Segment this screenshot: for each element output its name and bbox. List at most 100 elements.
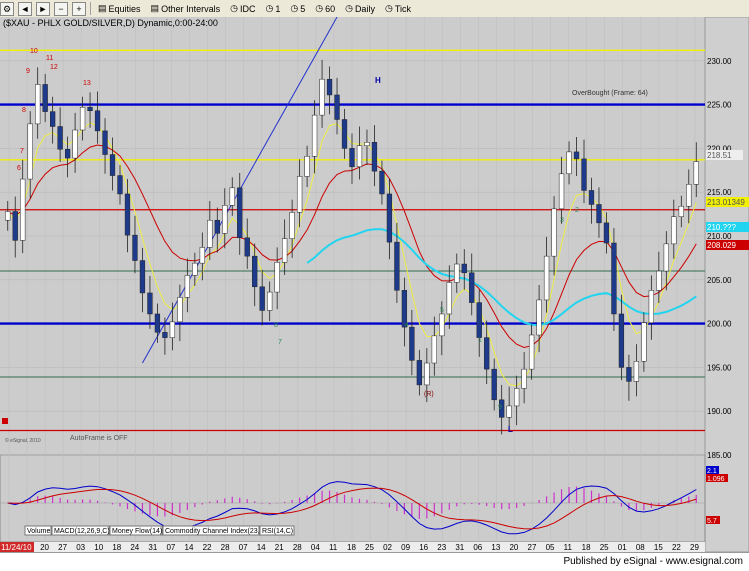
x-tick-label: 22 xyxy=(672,543,681,552)
x-tick-label: 20 xyxy=(40,543,49,552)
candle-body xyxy=(618,313,625,368)
other-intervals-dropdown[interactable]: ▤ Other Intervals xyxy=(148,3,224,14)
y-tick-label: 225.00 xyxy=(707,101,732,110)
candle-body xyxy=(214,219,220,234)
candle-body xyxy=(252,255,258,288)
candle-body xyxy=(229,187,235,206)
candle-body xyxy=(199,247,205,264)
x-tick-label: 06 xyxy=(473,543,482,552)
yellow-level-label: 213.01349 xyxy=(707,198,745,207)
candle-body xyxy=(326,78,333,96)
candle-body xyxy=(94,110,101,132)
x-tick-label: 01 xyxy=(618,543,627,552)
candle-body xyxy=(663,243,669,272)
candle-body xyxy=(102,130,108,155)
x-tick-label: 20 xyxy=(509,543,518,552)
interval-5-button[interactable]: ◷ 5 xyxy=(287,3,308,14)
autoframe-annotation: AutoFrame is OFF xyxy=(70,435,128,442)
candle-body xyxy=(394,241,400,291)
count-label: 7 xyxy=(278,339,282,346)
x-tick-label: 04 xyxy=(311,543,320,552)
pattern-h-label: H xyxy=(375,76,381,85)
y-tick-label: 205.00 xyxy=(707,276,732,285)
candle-body xyxy=(296,176,303,213)
count-label: 4 xyxy=(405,322,409,329)
macd-hist-value: 5.7 xyxy=(707,518,717,525)
count-label: 6 xyxy=(17,165,21,172)
x-tick-label: 10 xyxy=(94,543,103,552)
x-tick-label: 08 xyxy=(636,543,645,552)
interval-1-button[interactable]: ◷ 1 xyxy=(262,3,283,14)
candle-body xyxy=(461,263,467,274)
interval-daily-button[interactable]: ◷ Daily xyxy=(342,3,378,14)
candle-body xyxy=(57,126,63,150)
interval-tick-label: Tick xyxy=(394,3,411,14)
candle-body xyxy=(20,178,26,241)
candle-body xyxy=(42,84,48,112)
price-chart[interactable]: 230.00225.00220.00215.00210.00205.00200.… xyxy=(0,17,749,552)
x-tick-label: 11 xyxy=(564,543,573,552)
candle-body xyxy=(72,129,78,159)
candle-body xyxy=(27,123,33,180)
x-tick-label: 07 xyxy=(239,543,248,552)
candle-body xyxy=(244,237,250,257)
candle-body xyxy=(686,184,692,207)
chart-settings-icon[interactable]: ⚙ xyxy=(0,1,14,16)
count-label: 5 xyxy=(440,307,444,314)
candle-body xyxy=(334,94,340,120)
interval-60-button[interactable]: ◷ 60 xyxy=(312,3,338,14)
y-tick-label: 200.00 xyxy=(707,320,732,329)
count-label: 8 xyxy=(22,107,26,114)
x-tick-label: 09 xyxy=(401,543,410,552)
candle-body xyxy=(409,326,415,361)
x-tick-label: 25 xyxy=(600,543,609,552)
candle-body xyxy=(222,205,228,234)
candle-body xyxy=(356,145,363,168)
count-label: 2 xyxy=(575,207,579,214)
zoom-in-icon[interactable]: + xyxy=(72,1,86,16)
x-tick-label: 28 xyxy=(293,543,302,552)
chart-title: ($XAU - PHLX GOLD/SILVER,D) Dynamic,0:00… xyxy=(3,18,218,28)
forward-arrow-icon[interactable]: ► xyxy=(36,1,50,16)
panel-tabs: Volume MACD(12,26,9,C) Money Flow(14) Co… xyxy=(24,525,295,536)
candle-body xyxy=(259,286,265,311)
candle-body xyxy=(12,211,18,241)
candle-body xyxy=(528,334,535,370)
interval-idc-button[interactable]: ◷ IDC xyxy=(227,3,258,14)
y-tick-label: 195.00 xyxy=(707,363,732,372)
candle-body xyxy=(169,321,176,338)
count-label: 9 xyxy=(498,404,502,411)
x-tick-label: 05 xyxy=(546,543,555,552)
candle-body xyxy=(237,187,243,239)
count-label: 13 xyxy=(83,80,91,87)
candle-body xyxy=(596,204,602,224)
overbought-annotation: OverBought (Frame: 64) xyxy=(572,90,648,97)
candle-body xyxy=(588,190,595,205)
folder-icon: ▤ xyxy=(98,3,107,13)
back-arrow-icon[interactable]: ◄ xyxy=(18,1,32,16)
candle-body xyxy=(207,219,213,248)
interval-daily-label: Daily xyxy=(354,3,375,14)
candle-body xyxy=(454,263,460,283)
red-level-label: 208.029 xyxy=(707,241,736,250)
other-intervals-label: Other Intervals xyxy=(161,3,221,14)
candle-body xyxy=(558,173,565,210)
candle-body xyxy=(124,193,131,236)
chart-toolbar: ⚙ ◄ ► − + ▤ Equities ▤ Other Intervals ◷… xyxy=(0,0,749,18)
candle-body xyxy=(573,151,580,160)
candle-body xyxy=(162,332,168,338)
x-tick-label: 31 xyxy=(455,543,464,552)
clock-icon: ◷ xyxy=(230,3,238,13)
macd-blue-value: 2.1 xyxy=(707,468,717,475)
equities-dropdown[interactable]: ▤ Equities xyxy=(95,3,144,14)
count-label: 9 xyxy=(26,68,30,75)
x-tick-label: 23 xyxy=(437,543,446,552)
candle-body xyxy=(506,405,512,418)
interval-tick-button[interactable]: ◷ Tick xyxy=(382,3,414,14)
zoom-out-icon[interactable]: − xyxy=(54,1,68,16)
candle-body xyxy=(282,238,288,263)
cyan-level-label: 210.??? xyxy=(707,223,736,232)
candle-body xyxy=(514,388,520,407)
copyright-annotation: © eSignal, 2010 xyxy=(5,437,41,444)
candle-body xyxy=(491,368,497,401)
